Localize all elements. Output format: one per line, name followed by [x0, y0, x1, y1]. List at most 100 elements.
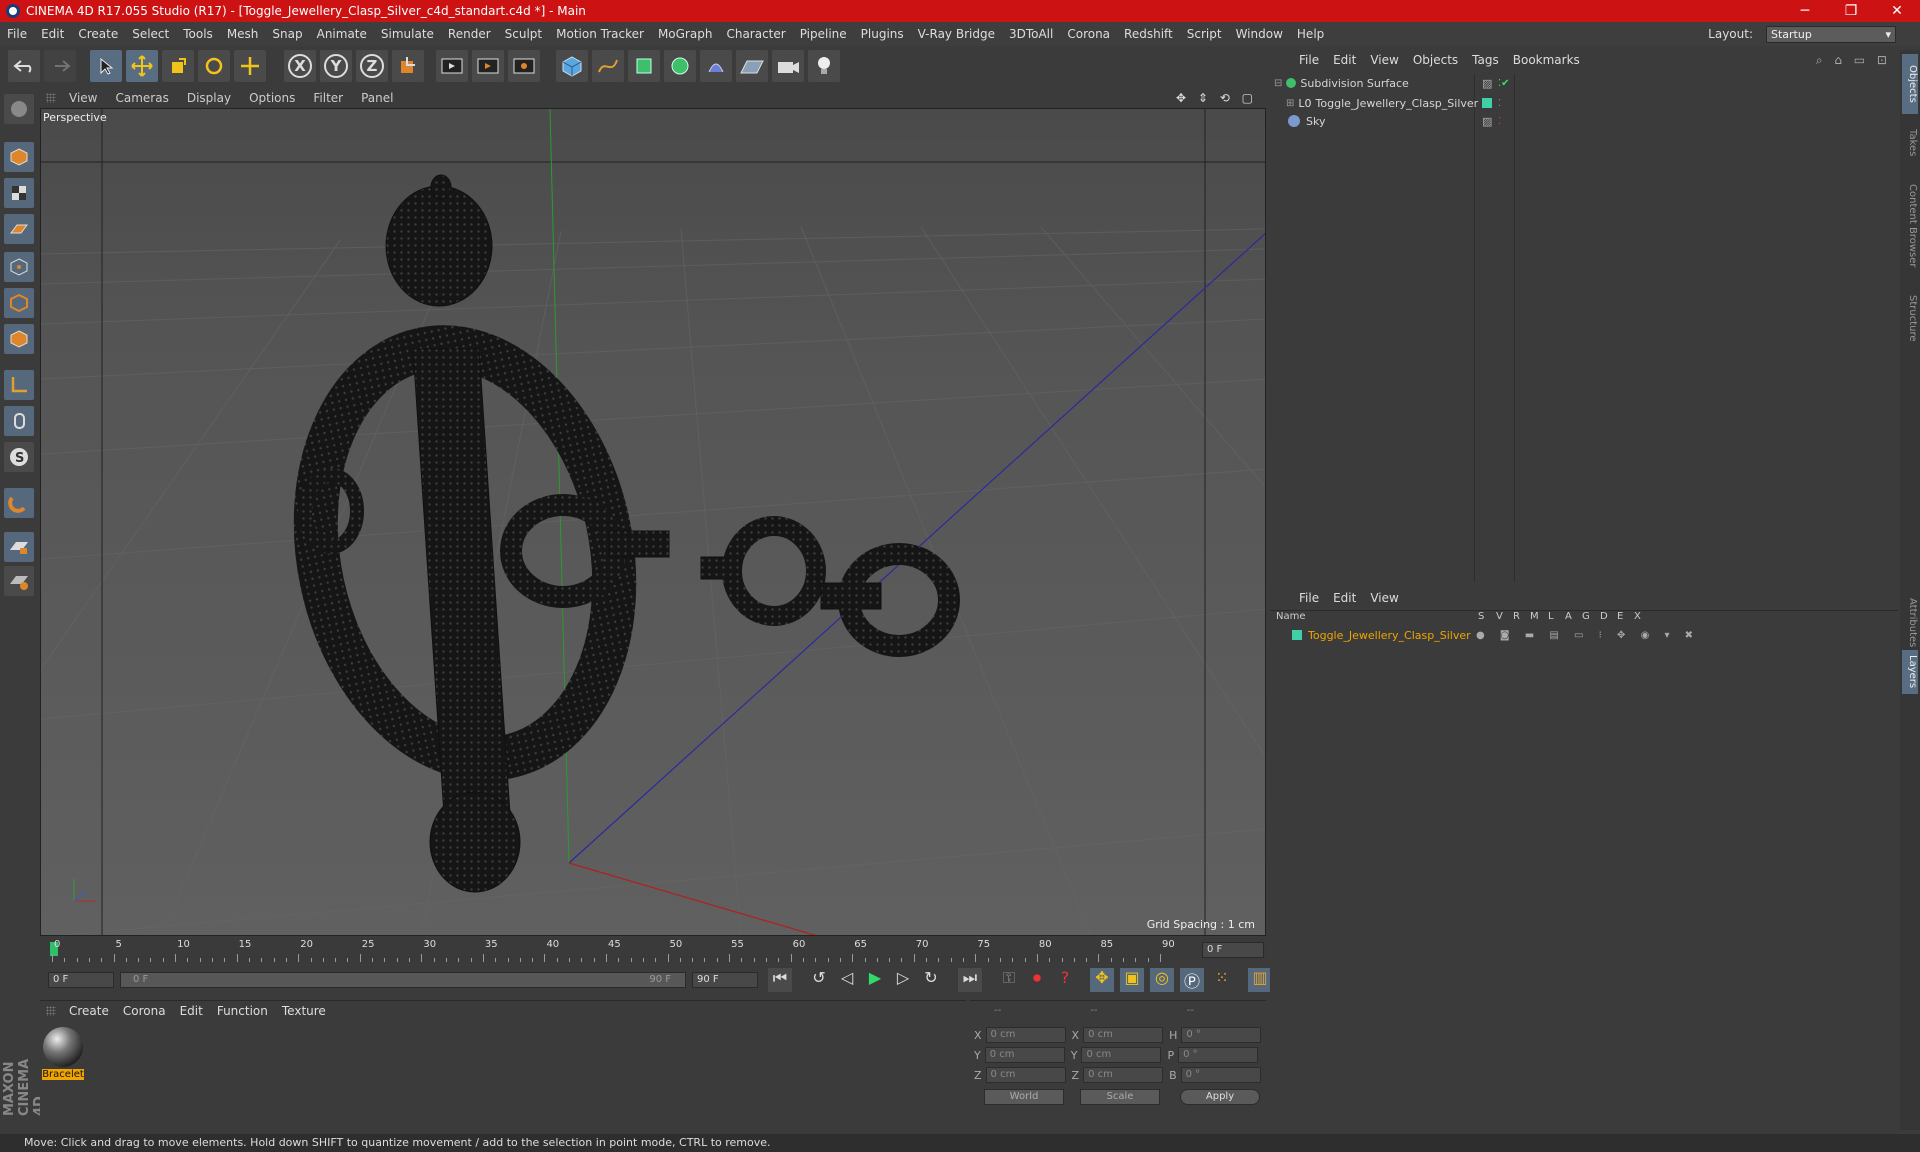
tab-objects[interactable]: Objects	[1902, 54, 1918, 114]
menu-snap[interactable]: Snap	[265, 27, 309, 41]
layer-color-swatch[interactable]	[1292, 630, 1302, 640]
workplane-mode-icon[interactable]	[4, 214, 34, 244]
column-s[interactable]: S	[1478, 611, 1484, 622]
viewport-menu-display[interactable]: Display	[178, 91, 240, 105]
x-axis-toggle[interactable]: X	[284, 50, 316, 82]
object-menu-objects[interactable]: Objects	[1406, 53, 1465, 67]
layout-dropdown[interactable]: Startup	[1766, 25, 1896, 43]
close-button[interactable]: ✕	[1874, 3, 1920, 19]
play-icon[interactable]: ▶	[864, 968, 886, 992]
go-to-end-icon[interactable]: ⏭	[958, 968, 982, 992]
material-menu-function[interactable]: Function	[210, 1004, 275, 1018]
timeline-window-icon[interactable]: ▥	[1248, 968, 1272, 992]
object-row-subdivision[interactable]: ⊟ Subdivision Surface ▨ ⁚✔	[1274, 74, 1894, 92]
render-view-icon[interactable]	[436, 50, 468, 82]
object-row-sky[interactable]: Sky ▨ ⁚	[1286, 112, 1894, 130]
object-row-clasp[interactable]: ⊞ L0 Toggle_Jewellery_Clasp_Silver ⁚	[1286, 94, 1894, 112]
position-y-field[interactable]: 0 cm	[984, 1047, 1065, 1063]
key-scale-icon[interactable]: ▣	[1120, 968, 1144, 992]
position-x-field[interactable]: 0 cm	[985, 1027, 1066, 1043]
enabled-check-icon[interactable]: ⁚✔	[1498, 78, 1510, 89]
floor-icon[interactable]	[736, 50, 768, 82]
object-menu-view[interactable]: View	[1363, 53, 1405, 67]
menu-tools[interactable]: Tools	[176, 27, 220, 41]
object-search-icons[interactable]: ⌕ ⌂ ▭ ⊡	[1809, 53, 1898, 68]
size-y-field[interactable]: 0 cm	[1081, 1047, 1162, 1063]
key-move-icon[interactable]: ✥	[1090, 968, 1114, 992]
column-v[interactable]: V	[1496, 611, 1503, 622]
visibility-dots-icon[interactable]: ⁚	[1498, 116, 1501, 127]
render-settings-icon[interactable]	[508, 50, 540, 82]
visibility-dots-icon[interactable]: ⁚	[1498, 98, 1501, 109]
tweak-mode-icon[interactable]	[4, 406, 34, 436]
rotation-p-field[interactable]: 0 °	[1178, 1047, 1259, 1063]
deformer-icon[interactable]	[700, 50, 732, 82]
previous-frame-icon[interactable]: ◁	[836, 968, 858, 992]
menu-pipeline[interactable]: Pipeline	[793, 27, 854, 41]
key-param-icon[interactable]: Ⓟ	[1180, 968, 1204, 992]
object-menu-bookmarks[interactable]: Bookmarks	[1506, 53, 1587, 67]
z-axis-toggle[interactable]: Z	[356, 50, 388, 82]
layer-tag-icon[interactable]: ▨	[1482, 77, 1492, 90]
menu-select[interactable]: Select	[125, 27, 176, 41]
rotation-b-field[interactable]: 0 °	[1180, 1067, 1261, 1083]
viewport-menu-filter[interactable]: Filter	[304, 91, 352, 105]
menu-file[interactable]: File	[0, 27, 34, 41]
model-mode-icon[interactable]	[4, 142, 34, 172]
layer-name[interactable]: Toggle_Jewellery_Clasp_Silver	[1308, 629, 1471, 642]
cube-primitive-icon[interactable]	[556, 50, 588, 82]
material-menu-create[interactable]: Create	[62, 1004, 116, 1018]
menu-window[interactable]: Window	[1229, 27, 1290, 41]
material-menu-texture[interactable]: Texture	[275, 1004, 333, 1018]
apply-button[interactable]: Apply	[1180, 1089, 1260, 1105]
column-g[interactable]: G	[1582, 611, 1590, 622]
key-icon[interactable]: ⚿	[998, 968, 1020, 992]
world-select[interactable]: World	[984, 1089, 1064, 1105]
material-menu-corona[interactable]: Corona	[116, 1004, 173, 1018]
layer-menu-view[interactable]: View	[1363, 591, 1405, 605]
lock-workplane-icon[interactable]	[4, 532, 34, 562]
maximize-button[interactable]: ❐	[1828, 3, 1874, 19]
column-name[interactable]: Name	[1276, 611, 1306, 622]
planar-workplane-icon[interactable]	[4, 566, 34, 596]
column-x[interactable]: X	[1634, 611, 1641, 622]
record-icon[interactable]: ⏺	[1026, 968, 1048, 992]
select-arrow-icon[interactable]	[90, 50, 122, 82]
coordinate-system-icon[interactable]	[392, 50, 424, 82]
points-mode-icon[interactable]	[4, 252, 34, 282]
previous-key-icon[interactable]: ↺	[808, 968, 830, 992]
expand-icon[interactable]: ⊞	[1286, 98, 1294, 109]
move-tool-icon[interactable]	[126, 50, 158, 82]
scale-select[interactable]: Scale	[1080, 1089, 1160, 1105]
subdivision-generator-icon[interactable]	[628, 50, 660, 82]
tab-content-browser[interactable]: Content Browser	[1902, 170, 1918, 282]
perspective-viewport[interactable]: Perspective Grid Spacing : 1 cm	[40, 108, 1266, 936]
undo-icon[interactable]	[8, 50, 40, 82]
menu-edit[interactable]: Edit	[34, 27, 71, 41]
edges-mode-icon[interactable]	[4, 288, 34, 318]
snap-magnet-icon[interactable]	[4, 488, 34, 518]
redo-icon[interactable]	[44, 50, 76, 82]
tab-attributes[interactable]: Attributes	[1902, 590, 1918, 656]
size-z-field[interactable]: 0 cm	[1083, 1067, 1164, 1083]
tab-takes[interactable]: Takes	[1902, 120, 1918, 166]
menu-render[interactable]: Render	[441, 27, 498, 41]
tab-layers[interactable]: Layers	[1902, 650, 1918, 694]
timeline-ruler[interactable]: 0 5 10 15 20 25 30 35 40 45 50 55 60 65 70 75 80 85 90 0 F	[40, 938, 1266, 962]
menu-help[interactable]: Help	[1290, 27, 1331, 41]
column-r[interactable]: R	[1513, 611, 1520, 622]
column-a[interactable]: A	[1565, 611, 1572, 622]
menu-simulate[interactable]: Simulate	[374, 27, 441, 41]
material-menu-edit[interactable]: Edit	[173, 1004, 210, 1018]
menu-mograph[interactable]: MoGraph	[651, 27, 720, 41]
menu-redshift[interactable]: Redshift	[1117, 27, 1180, 41]
object-menu-tags[interactable]: Tags	[1465, 53, 1506, 67]
column-e[interactable]: E	[1617, 611, 1623, 622]
solo-mode-icon[interactable]: S	[4, 442, 34, 472]
tab-structure[interactable]: Structure	[1902, 288, 1918, 348]
object-menu-file[interactable]: File	[1292, 53, 1326, 67]
frame-range-slider[interactable]: 0 F 90 F	[120, 972, 686, 988]
layer-row[interactable]: Toggle_Jewellery_Clasp_Silver ● ◙ ▬ ▤ ▭ …	[1280, 626, 1890, 644]
key-pla-icon[interactable]: ⁙	[1210, 968, 1234, 992]
spline-pen-icon[interactable]	[592, 50, 624, 82]
